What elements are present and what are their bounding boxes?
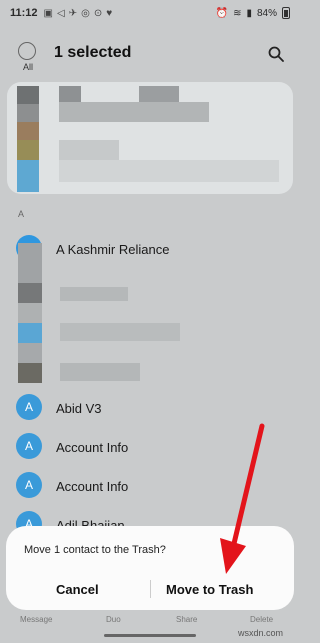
blurred-avatar <box>17 122 39 140</box>
contact-row[interactable]: A Abid V3 <box>0 387 300 427</box>
notification-icon: ▣ <box>43 7 53 19</box>
cancel-button[interactable]: Cancel <box>56 582 99 597</box>
blurred-avatar <box>18 303 42 323</box>
blurred-avatar <box>18 323 42 343</box>
blurred-favorites-card <box>7 82 293 194</box>
contact-name: Account Info <box>56 479 129 494</box>
contact-avatar: A <box>16 472 42 498</box>
telegram-icon: ✈ <box>68 7 78 19</box>
section-header: A <box>18 209 25 219</box>
blurred-name <box>59 102 209 122</box>
status-bar: 11:12 ▣ ◁ ✈ ◎ ⊙ ♥ ⏰ ≋ ▮ 84% <box>0 0 300 26</box>
share-action[interactable]: Share <box>176 615 197 624</box>
status-time: 11:12 <box>10 7 38 19</box>
contact-name: Abid V3 <box>56 401 102 416</box>
signal-icon: ▮ <box>246 7 252 19</box>
alarm-icon: ⏰ <box>215 7 229 19</box>
select-all-checkbox[interactable] <box>18 42 36 60</box>
selection-header: All 1 selected <box>0 30 300 80</box>
blurred-avatar <box>17 160 39 192</box>
wifi-icon: ≋ <box>233 7 242 19</box>
notification-icon: ♥ <box>106 7 113 19</box>
blurred-avatar <box>18 363 42 383</box>
confirm-trash-dialog: Move 1 contact to the Trash? Cancel Move… <box>6 526 294 610</box>
blurred-name <box>60 287 128 301</box>
contact-name: A Kashmir Reliance <box>56 242 170 257</box>
blurred-name <box>59 160 279 182</box>
contact-row[interactable]: A Account Info <box>0 426 300 466</box>
button-divider <box>150 580 151 598</box>
delete-action[interactable]: Delete <box>250 615 273 624</box>
page-title: 1 selected <box>54 44 132 61</box>
duo-action[interactable]: Duo <box>106 615 121 624</box>
search-icon[interactable] <box>268 46 284 62</box>
contact-row[interactable]: A Kashmir Reliance <box>0 228 300 268</box>
blurred-avatar <box>17 86 39 104</box>
blurred-avatar <box>18 283 42 303</box>
blurred-avatar <box>18 343 42 363</box>
battery-icon <box>282 7 290 19</box>
move-to-trash-button[interactable]: Move to Trash <box>166 582 253 597</box>
notification-icon: ⊙ <box>93 7 103 19</box>
blurred-avatar <box>17 140 39 160</box>
blurred-name <box>60 323 180 341</box>
blurred-name <box>60 363 140 381</box>
home-indicator <box>104 634 196 637</box>
contact-name: Account Info <box>56 440 129 455</box>
notification-icon: ◁ <box>56 7 65 19</box>
contact-avatar: A <box>16 433 42 459</box>
contact-row[interactable]: A Account Info <box>0 465 300 505</box>
battery-percent: 84% <box>256 7 277 19</box>
blurred-name <box>59 140 119 160</box>
notification-icons: ▣ ◁ ✈ ◎ ⊙ ♥ <box>44 8 113 19</box>
notification-icon: ◎ <box>81 7 90 19</box>
select-all-label: All <box>22 62 33 72</box>
watermark: wsxdn.com <box>238 628 284 638</box>
contact-avatar: A <box>16 394 42 420</box>
message-action[interactable]: Message <box>20 615 52 624</box>
dialog-message: Move 1 contact to the Trash? <box>24 544 166 556</box>
blurred-avatar <box>17 104 39 122</box>
